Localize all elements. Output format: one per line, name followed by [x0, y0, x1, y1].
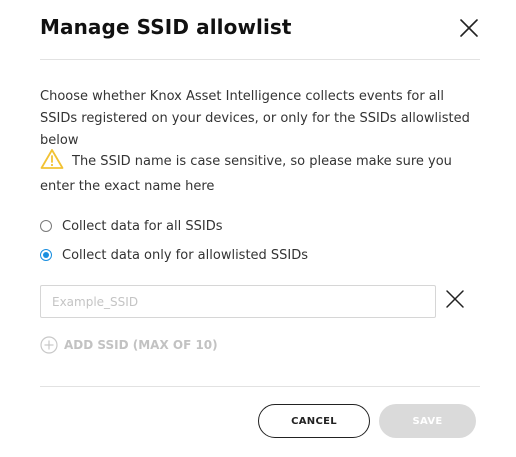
ssid-input[interactable] [40, 285, 436, 318]
add-circle-icon [40, 336, 58, 354]
close-button[interactable] [456, 15, 482, 41]
option-collect-allowlisted-label: Collect data only for allowlisted SSIDs [62, 247, 309, 263]
option-collect-allowlisted[interactable]: Collect data only for allowlisted SSIDs [40, 245, 308, 265]
footer-divider [40, 386, 480, 387]
dialog-description: Choose whether Knox Asset Intelligence c… [40, 89, 470, 148]
warning-text: The SSID name is case sensitive, so plea… [40, 154, 452, 194]
option-collect-all[interactable]: Collect data for all SSIDs [40, 216, 223, 236]
case-sensitive-warning: The SSID name is case sensitive, so plea… [40, 148, 480, 199]
dialog-title: Manage SSID allowlist [40, 15, 292, 39]
add-ssid-label: ADD SSID (MAX OF 10) [64, 338, 218, 352]
save-button[interactable]: SAVE [379, 404, 476, 438]
cancel-button[interactable]: CANCEL [258, 404, 370, 438]
close-icon [446, 290, 464, 308]
option-collect-all-label: Collect data for all SSIDs [62, 218, 223, 234]
add-ssid-button[interactable]: ADD SSID (MAX OF 10) [40, 335, 218, 355]
radio-collect-all[interactable] [40, 220, 52, 232]
remove-ssid-button[interactable] [444, 288, 466, 310]
manage-ssid-dialog: Manage SSID allowlist Choose whether Kno… [0, 0, 516, 457]
header-divider [40, 59, 480, 60]
warning-icon [40, 149, 64, 169]
radio-collect-allowlisted[interactable] [40, 249, 52, 261]
close-icon [460, 19, 478, 37]
